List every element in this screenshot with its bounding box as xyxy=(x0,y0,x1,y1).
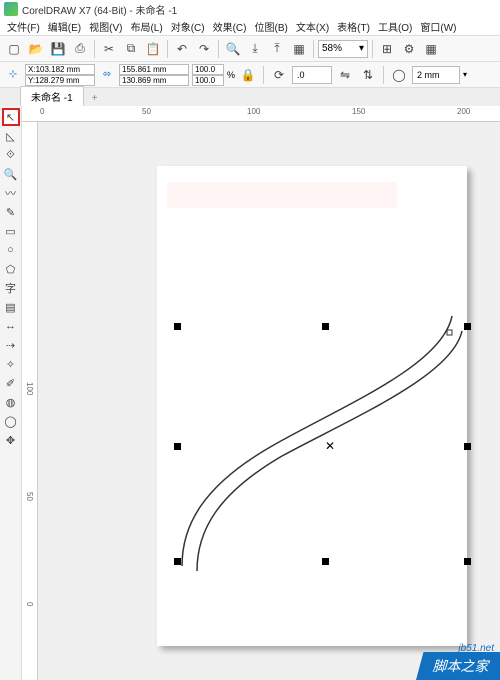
copy-icon[interactable]: ⧉ xyxy=(121,39,141,59)
print-icon[interactable]: ⎙ xyxy=(70,39,90,59)
rotation-icon: ⟳ xyxy=(269,65,289,85)
tab-add[interactable]: + xyxy=(86,91,104,106)
horizontal-ruler: 0 50 100 150 200 xyxy=(22,106,500,122)
x-position[interactable]: X: 103.182 mm xyxy=(25,64,95,75)
page xyxy=(157,166,467,646)
scale-y[interactable]: 100.0 xyxy=(192,75,224,86)
scale-x[interactable]: 100.0 xyxy=(192,64,224,75)
tab-doc1[interactable]: 未命名 -1 xyxy=(20,86,84,106)
fill-tool[interactable]: ◍ xyxy=(2,393,20,411)
freehand-tool[interactable]: 〰 xyxy=(2,184,20,202)
selection-handle[interactable] xyxy=(464,323,471,330)
menu-bitmap[interactable]: 位图(B) xyxy=(251,18,290,35)
eyedropper-tool[interactable]: ✐ xyxy=(2,374,20,392)
selection-handle[interactable] xyxy=(464,443,471,450)
menu-text[interactable]: 文本(X) xyxy=(293,18,332,35)
selection-handle[interactable] xyxy=(174,558,181,565)
lock-ratio-icon[interactable]: 🔒 xyxy=(238,65,258,85)
selection-handle[interactable] xyxy=(174,443,181,450)
separator xyxy=(372,40,373,58)
menu-layout[interactable]: 布局(L) xyxy=(127,18,165,35)
separator xyxy=(167,40,168,58)
size-icon: ⬄ xyxy=(98,66,116,84)
standard-toolbar: ▢ 📂 💾 ⎙ ✂ ⧉ 📋 ↶ ↷ 🔍 ⤓ ⤒ ▦ 58%▾ ⊞ ⚙ ▦ xyxy=(0,36,500,62)
pdf-icon[interactable]: ▦ xyxy=(289,39,309,59)
crop-tool[interactable]: ⟐ xyxy=(2,146,20,164)
menu-view[interactable]: 视图(V) xyxy=(86,18,125,35)
outline-width[interactable]: 2 mm xyxy=(412,66,460,84)
snap-icon[interactable]: ⊞ xyxy=(377,39,397,59)
pan-tool[interactable]: ✥ xyxy=(2,431,20,449)
watermark: 脚本之家 xyxy=(416,652,500,680)
save-icon[interactable]: 💾 xyxy=(48,39,68,59)
menu-file[interactable]: 文件(F) xyxy=(4,18,43,35)
redo-icon[interactable]: ↷ xyxy=(194,39,214,59)
selection-handle[interactable] xyxy=(464,558,471,565)
outline-tool[interactable]: ◯ xyxy=(2,412,20,430)
selection-handle[interactable] xyxy=(322,558,329,565)
ellipse-tool[interactable]: ○ xyxy=(2,241,20,259)
polygon-tool[interactable]: ⬠ xyxy=(2,260,20,278)
separator xyxy=(94,40,95,58)
menu-tools[interactable]: 工具(O) xyxy=(375,18,415,35)
rotation-angle[interactable]: .0 xyxy=(292,66,332,84)
selection-handle[interactable] xyxy=(174,323,181,330)
rectangle-tool[interactable]: ▭ xyxy=(2,222,20,240)
title-bar: CorelDRAW X7 (64-Bit) - 未命名 -1 xyxy=(0,0,500,18)
vertical-ruler: 0 50 100 xyxy=(22,122,38,680)
separator xyxy=(313,40,314,58)
property-bar: ⊹ X: 103.182 mm Y: 128.279 mm ⬄ 155.861 … xyxy=(0,62,500,88)
highlight-region xyxy=(167,182,397,208)
mirror-v-icon[interactable]: ⇅ xyxy=(358,65,378,85)
options-icon[interactable]: ⚙ xyxy=(399,39,419,59)
separator xyxy=(383,66,384,84)
object-height[interactable]: 130.869 mm xyxy=(119,75,189,86)
selection-handle[interactable] xyxy=(322,323,329,330)
menu-bar: 文件(F) 编辑(E) 视图(V) 布局(L) 对象(C) 效果(C) 位图(B… xyxy=(0,18,500,36)
effects-tool[interactable]: ✧ xyxy=(2,355,20,373)
separator xyxy=(263,66,264,84)
table-tool[interactable]: ▤ xyxy=(2,298,20,316)
menu-window[interactable]: 窗口(W) xyxy=(417,18,459,35)
menu-object[interactable]: 对象(C) xyxy=(168,18,208,35)
zoom-tool[interactable]: 🔍 xyxy=(2,165,20,183)
undo-icon[interactable]: ↶ xyxy=(172,39,192,59)
position-icon: ⊹ xyxy=(4,66,22,84)
menu-effects[interactable]: 效果(C) xyxy=(210,18,250,35)
artistic-media-tool[interactable]: ✎ xyxy=(2,203,20,221)
new-icon[interactable]: ▢ xyxy=(4,39,24,59)
export-icon[interactable]: ⤒ xyxy=(267,39,287,59)
app-launcher-icon[interactable]: ▦ xyxy=(421,39,441,59)
percent-label: % xyxy=(227,70,235,80)
dimension-tool[interactable]: ↔ xyxy=(2,317,20,335)
cut-icon[interactable]: ✂ xyxy=(99,39,119,59)
connector-tool[interactable]: ⇢ xyxy=(2,336,20,354)
search-icon[interactable]: 🔍 xyxy=(223,39,243,59)
text-tool[interactable]: 字 xyxy=(2,279,20,297)
selection-center[interactable]: ✕ xyxy=(325,439,335,453)
paste-icon[interactable]: 📋 xyxy=(143,39,163,59)
import-icon[interactable]: ⤓ xyxy=(245,39,265,59)
shape-tool[interactable]: ◺ xyxy=(2,127,20,145)
y-position[interactable]: Y: 128.279 mm xyxy=(25,75,95,86)
canvas-area[interactable]: 0 50 100 150 200 0 50 100 ✕ jb51.net 脚本之… xyxy=(22,106,500,680)
object-width[interactable]: 155.861 mm xyxy=(119,64,189,75)
app-icon xyxy=(4,2,18,16)
open-icon[interactable]: 📂 xyxy=(26,39,46,59)
menu-edit[interactable]: 编辑(E) xyxy=(45,18,84,35)
separator xyxy=(218,40,219,58)
zoom-level[interactable]: 58%▾ xyxy=(318,40,368,58)
mirror-h-icon[interactable]: ⇋ xyxy=(335,65,355,85)
menu-table[interactable]: 表格(T) xyxy=(334,18,373,35)
pick-tool[interactable]: ↖ xyxy=(2,108,20,126)
window-title: CorelDRAW X7 (64-Bit) - 未命名 -1 xyxy=(22,2,177,17)
document-tabs: 未命名 -1 + xyxy=(0,88,500,106)
toolbox: ↖ ◺ ⟐ 🔍 〰 ✎ ▭ ○ ⬠ 字 ▤ ↔ ⇢ ✧ ✐ ◍ ◯ ✥ xyxy=(0,106,22,680)
outline-icon[interactable]: ◯ xyxy=(389,65,409,85)
